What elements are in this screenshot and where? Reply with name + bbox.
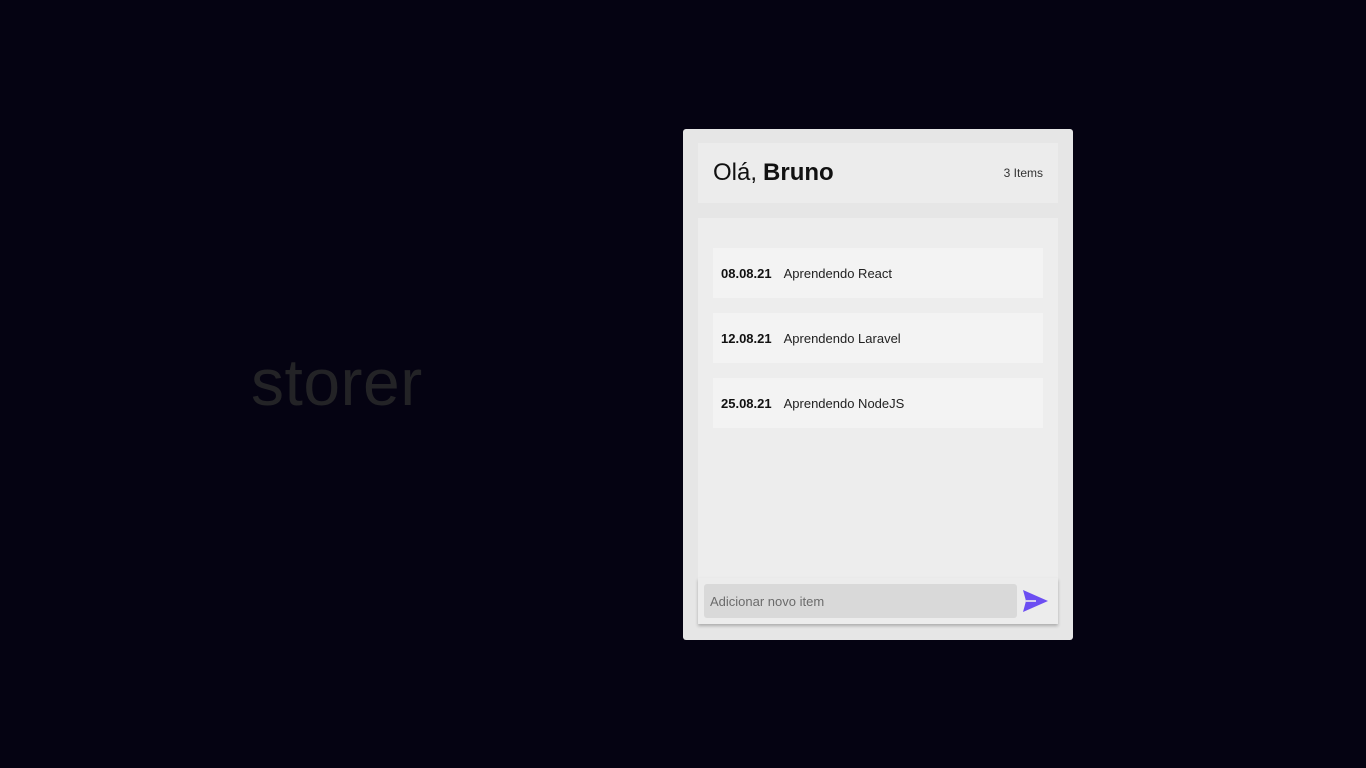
list-item[interactable]: 08.08.21 Aprendendo React [713, 248, 1043, 298]
list-item[interactable]: 12.08.21 Aprendendo Laravel [713, 313, 1043, 363]
brand-logo-text: storer [251, 345, 423, 419]
send-button[interactable] [1020, 586, 1050, 616]
item-text: Aprendendo React [783, 265, 893, 281]
card-header: Olá, Bruno 3 Items [698, 143, 1058, 203]
item-date: 25.08.21 [721, 395, 772, 411]
greeting: Olá, Bruno [713, 159, 834, 187]
greeting-prefix: Olá, [713, 159, 758, 186]
new-item-bar [698, 578, 1058, 624]
new-item-input[interactable] [704, 584, 1017, 618]
page: storer Olá, Bruno 3 Items 08.08.21 Apren… [0, 0, 1366, 768]
item-text: Aprendendo NodeJS [783, 395, 905, 411]
todo-card: Olá, Bruno 3 Items 08.08.21 Aprendendo R… [683, 129, 1073, 640]
list-item[interactable]: 25.08.21 Aprendendo NodeJS [713, 378, 1043, 428]
item-date: 08.08.21 [721, 265, 772, 281]
item-text: Aprendendo Laravel [783, 330, 901, 346]
user-name: Bruno [763, 159, 834, 186]
item-count: 3 Items [1003, 166, 1043, 180]
item-list: 08.08.21 Aprendendo React 12.08.21 Apren… [698, 218, 1058, 584]
send-icon [1022, 590, 1048, 612]
item-date: 12.08.21 [721, 330, 772, 346]
